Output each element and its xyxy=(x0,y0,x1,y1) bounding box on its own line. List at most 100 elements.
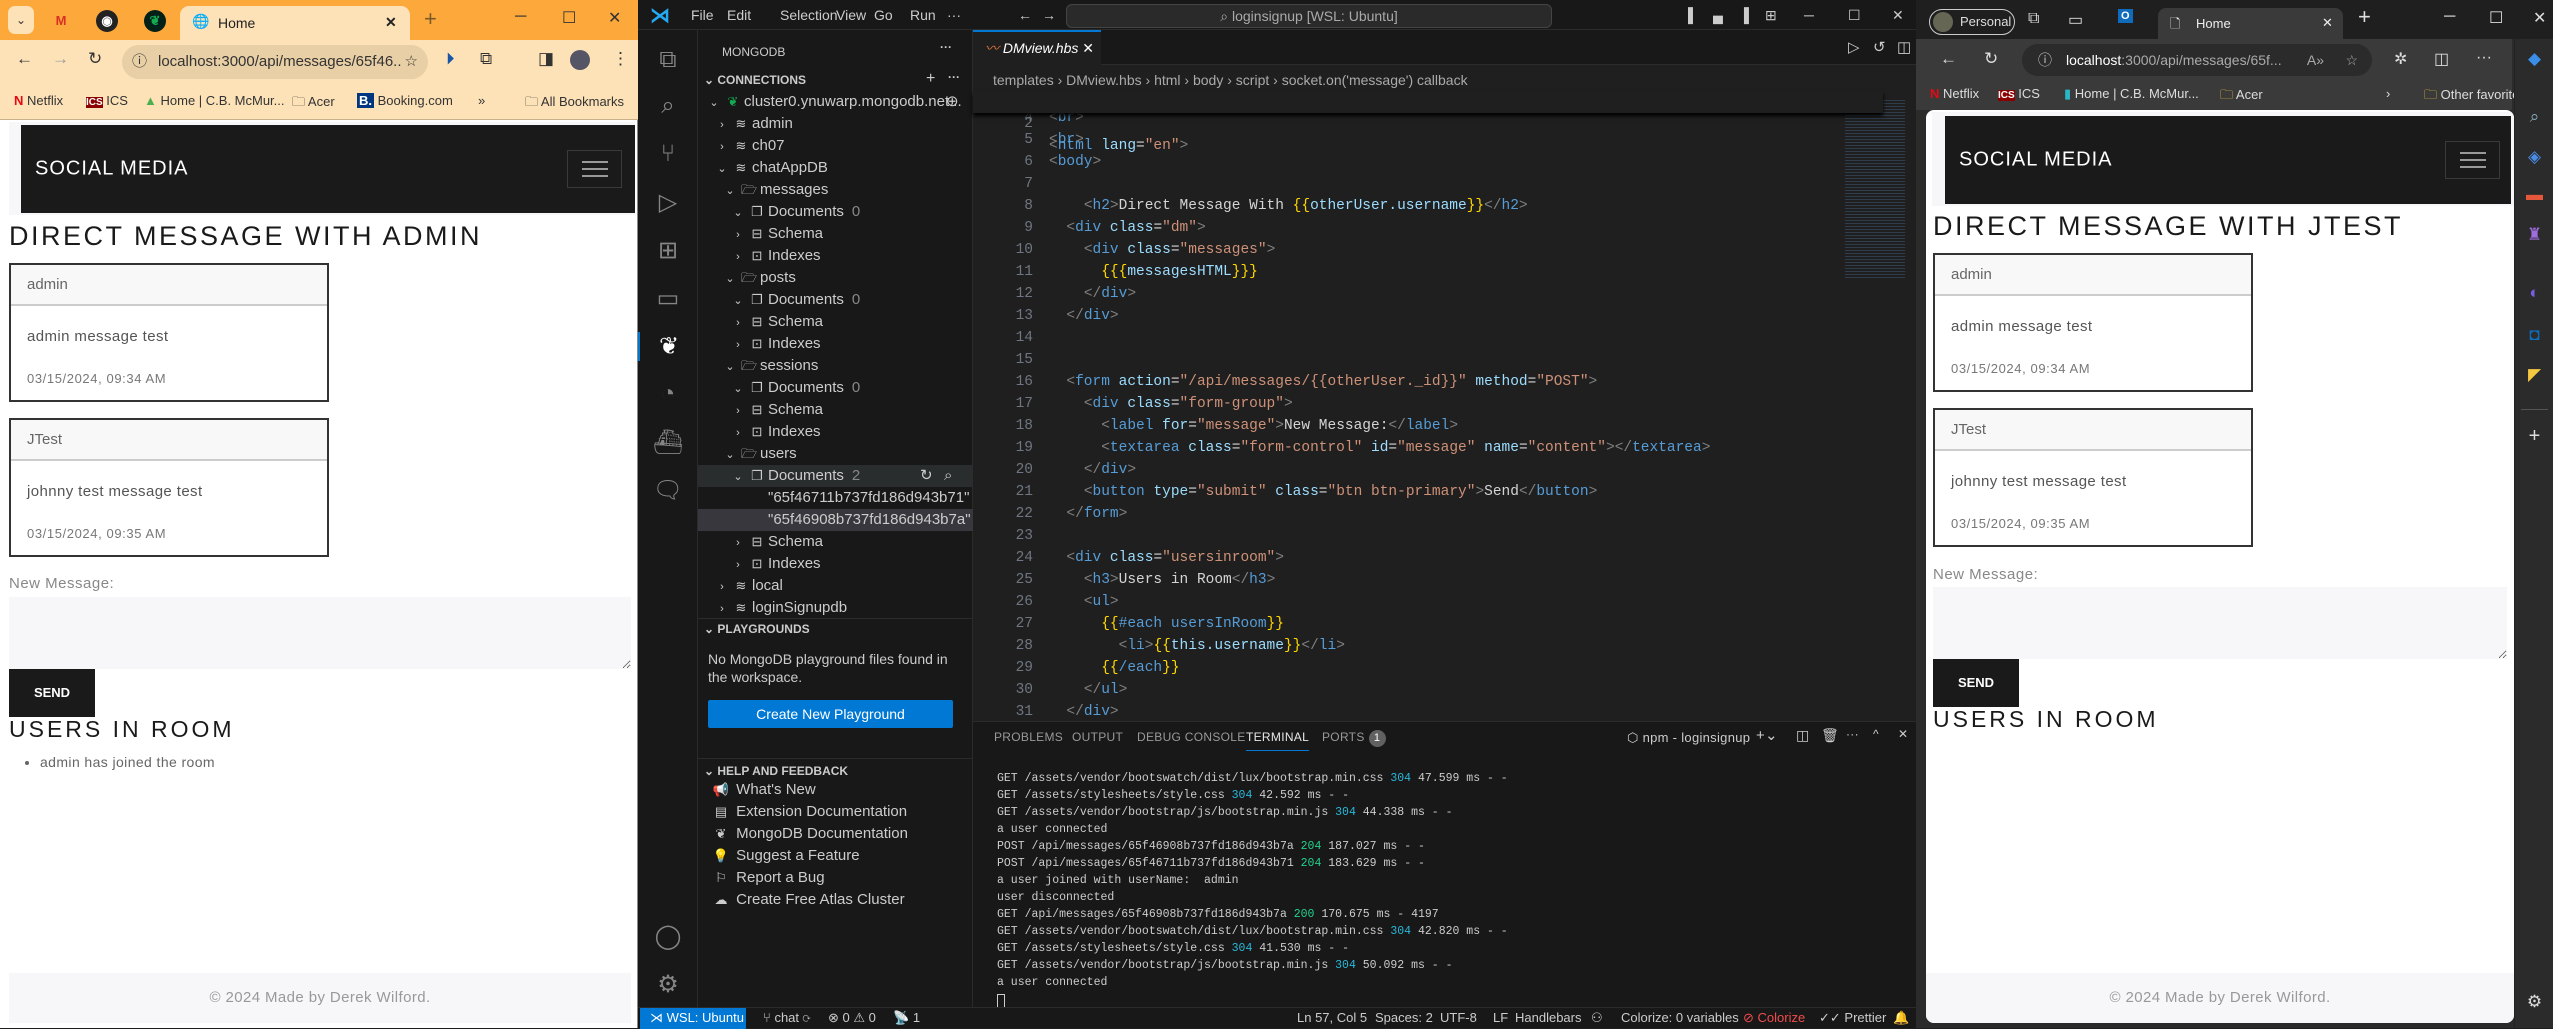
mongodb-tab-icon[interactable]: ❦ xyxy=(144,10,166,32)
chevron-down-icon[interactable]: ⌄ xyxy=(730,202,746,224)
kill-terminal-icon[interactable]: 🗑 xyxy=(1821,727,1839,744)
tree-item[interactable]: › ⊟ Schema xyxy=(698,531,973,553)
breadcrumb-item[interactable]: DMview.hbs xyxy=(1066,72,1141,88)
favorite-netflix[interactable]: N Netflix xyxy=(1930,86,1979,101)
menu-go[interactable]: Go xyxy=(874,7,893,23)
more-favorites-icon[interactable]: › xyxy=(2386,86,2390,101)
chevron-down-icon[interactable]: ⌄ xyxy=(722,268,738,290)
help-item[interactable]: ⚐ Report a Bug xyxy=(698,867,973,889)
close-tab-icon[interactable]: ✕ xyxy=(2322,15,2333,31)
maximize-icon[interactable]: ☐ xyxy=(562,8,576,28)
chevron-right-icon[interactable]: › xyxy=(714,576,730,598)
menu-icon[interactable]: ⋮ xyxy=(612,49,629,69)
bookmark-star-icon[interactable]: ☆ xyxy=(400,45,418,79)
message-textarea[interactable] xyxy=(9,597,631,669)
search-icon[interactable]: ⌕ xyxy=(944,465,952,487)
encoding[interactable]: UTF-8 xyxy=(1440,1010,1477,1025)
command-center[interactable]: ⌕ loginsignup [WSL: Ubuntu] xyxy=(1066,4,1552,28)
chevron-right-icon[interactable]: › xyxy=(730,334,746,356)
bookmark-booking[interactable]: B. Booking.com xyxy=(357,93,453,108)
site-info-icon[interactable]: ⓘ xyxy=(2038,44,2052,76)
chevron-down-icon[interactable]: ⌄ xyxy=(730,290,746,312)
address-bar[interactable]: ⓘ localhost:3000/api/messages/65f46... ☆ xyxy=(122,45,428,79)
chevron-right-icon[interactable]: › xyxy=(730,532,746,554)
breadcrumb-item[interactable]: script xyxy=(1236,72,1269,88)
chevron-down-icon[interactable]: ⌄ xyxy=(722,356,738,378)
media-icon[interactable]: ⏵ xyxy=(446,49,455,69)
chevron-right-icon[interactable]: › xyxy=(714,136,730,158)
mongodb-leaf-icon[interactable]: ❦ xyxy=(638,332,698,361)
breadcrumb-item[interactable]: body xyxy=(1193,72,1223,88)
tree-item[interactable]: ⌄ ❦ cluster0.ynuwarp.mongodb.net... ⊕ xyxy=(698,91,973,113)
copilot-icon[interactable]: ⚇ xyxy=(1591,1010,1603,1026)
more-actions-icon[interactable]: ··· xyxy=(940,40,952,54)
chevron-down-icon[interactable]: ⌄ xyxy=(714,158,730,180)
profile-button[interactable]: Personal xyxy=(1929,9,2015,35)
help-item[interactable]: 💡 Suggest a Feature xyxy=(698,845,973,867)
tree-item[interactable]: › ≋ admin xyxy=(698,113,973,135)
outlook-icon[interactable]: ◘ xyxy=(2515,325,2553,345)
close-window-icon[interactable]: ✕ xyxy=(2533,8,2546,28)
tree-item[interactable]: ⌄ ❐ Documents 0 xyxy=(698,289,973,311)
tree-item[interactable]: ⌄ 🗁 users xyxy=(698,443,973,465)
tree-item[interactable]: › ⊟ Schema xyxy=(698,223,973,245)
notifications-bell-icon[interactable]: 🔔 xyxy=(1893,1010,1909,1026)
menu-more[interactable]: ··· xyxy=(947,7,961,23)
settings-more-icon[interactable]: ··· xyxy=(2476,49,2492,67)
close-window-icon[interactable]: ✕ xyxy=(1892,7,1904,24)
ports-indicator[interactable]: 📡 1 xyxy=(893,1010,920,1026)
drop-icon[interactable]: ◤ xyxy=(2515,365,2553,385)
close-tab-icon[interactable]: ✕ xyxy=(1082,40,1094,56)
tree-item[interactable]: › ≋ loginSignupdb xyxy=(698,597,973,619)
extensions-icon[interactable]: ✲ xyxy=(2394,49,2407,69)
forward-icon[interactable]: → xyxy=(52,49,69,69)
panel-tab-problems[interactable]: PROBLEMS xyxy=(994,730,1063,744)
send-button[interactable]: SEND xyxy=(1933,659,2019,707)
favorite-home-cb[interactable]: ▮ Home | C.B. McMur... xyxy=(2064,86,2199,102)
create-playground-button[interactable]: Create New Playground xyxy=(708,700,953,728)
tree-item[interactable]: "65f46711b737fd186d943b71" xyxy=(698,487,973,509)
tree-item[interactable]: › ⊡ Indexes xyxy=(698,245,973,267)
navbar-toggle-button[interactable] xyxy=(567,150,622,188)
message-textarea[interactable] xyxy=(1933,587,2507,659)
microsoft365-icon[interactable]: ◐ xyxy=(2515,283,2553,303)
workspaces-icon[interactable]: ⧉ xyxy=(2028,10,2039,28)
chevron-right-icon[interactable]: › xyxy=(714,114,730,136)
favorite-acer[interactable]: 🗀 Acer xyxy=(2220,86,2263,108)
breadcrumb-item[interactable]: socket.on('message') callback xyxy=(1282,72,1468,88)
menu-run[interactable]: Run xyxy=(910,7,936,23)
other-favorites[interactable]: 🗀 Other favorites xyxy=(2424,86,2526,108)
tab-search-button[interactable]: ⌄ xyxy=(8,6,34,34)
add-database-icon[interactable]: ⊕ xyxy=(946,91,959,113)
new-tab-button[interactable]: + xyxy=(424,6,437,32)
tree-item[interactable]: › ⊡ Indexes xyxy=(698,333,973,355)
tree-item[interactable]: ⌄ ❐ Documents 0 xyxy=(698,201,973,223)
tree-item[interactable]: ⌄ ❐ Documents 0 xyxy=(698,377,973,399)
branch-indicator[interactable]: ⑂ chat ⟳ xyxy=(763,1010,810,1025)
profile-avatar[interactable] xyxy=(570,50,590,70)
chevron-right-icon[interactable]: › xyxy=(730,246,746,268)
breadcrumb-item[interactable]: templates xyxy=(993,72,1054,88)
refresh-icon[interactable]: ↻ xyxy=(1984,49,1998,69)
connections-section-header[interactable]: ⌄ CONNECTIONS xyxy=(704,73,806,87)
source-control-icon[interactable]: ⑂ xyxy=(638,140,698,168)
side-panel-icon[interactable]: ◨ xyxy=(538,49,554,69)
help-item[interactable]: ❦ MongoDB Documentation xyxy=(698,823,973,845)
tree-item[interactable]: › ⊡ Indexes xyxy=(698,421,973,443)
tree-item[interactable]: ⌄ 🗁 messages xyxy=(698,179,973,201)
remote-indicator[interactable]: ⋊ WSL: Ubuntu xyxy=(640,1008,746,1029)
chevron-right-icon[interactable]: › xyxy=(730,554,746,576)
tab-home[interactable]: 🌐 Home ✕ xyxy=(180,6,410,40)
extensions-icon[interactable]: ⧉ xyxy=(480,49,492,69)
colorize-variables[interactable]: Colorize: 0 variables xyxy=(1621,1010,1739,1025)
playgrounds-section-header[interactable]: ⌄ PLAYGROUNDS xyxy=(704,622,810,636)
indentation[interactable]: Spaces: 2 xyxy=(1375,1010,1433,1025)
chat-icon[interactable]: 🗨 xyxy=(638,476,698,505)
favorite-star-icon[interactable]: ☆ xyxy=(2345,44,2358,76)
chevron-down-icon[interactable]: ⌄ xyxy=(722,180,738,202)
manage-gear-icon[interactable]: ⚙ xyxy=(638,970,698,999)
new-terminal-icon[interactable]: +⌄ xyxy=(1756,726,1778,744)
language-mode[interactable]: Handlebars xyxy=(1515,1010,1582,1025)
run-icon[interactable]: ▷ xyxy=(1848,38,1860,56)
more-bookmarks-icon[interactable]: » xyxy=(478,93,485,108)
